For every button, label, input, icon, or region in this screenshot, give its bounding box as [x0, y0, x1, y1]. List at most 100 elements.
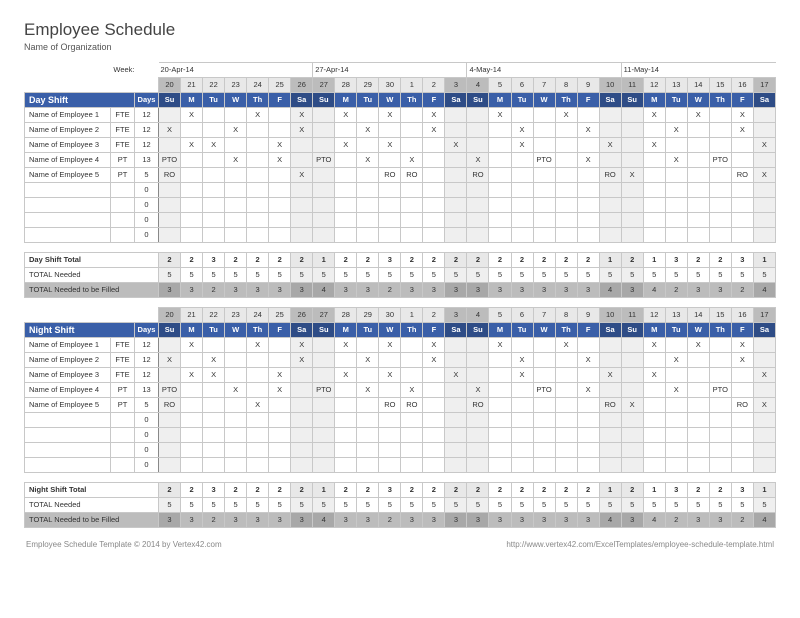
total-cell: 5	[621, 498, 643, 513]
shift-cell	[577, 398, 599, 413]
shift-cell	[335, 153, 357, 168]
daynum-cell: 6	[511, 78, 533, 93]
shift-cell: X	[291, 168, 313, 183]
total-cell: 5	[269, 498, 291, 513]
total-cell: 2	[379, 283, 401, 298]
shift-cell	[555, 383, 577, 398]
total-cell: 5	[401, 498, 423, 513]
dayname-cell: Tu	[203, 93, 225, 108]
shift-cell: RO	[467, 398, 489, 413]
total-cell: 2	[379, 513, 401, 528]
total-cell: 1	[313, 483, 335, 498]
dayname-cell: F	[577, 323, 599, 338]
total-cell: 5	[203, 498, 225, 513]
shift-cell	[445, 353, 467, 368]
dayname-cell: Th	[709, 323, 731, 338]
employee-days: 13	[135, 383, 159, 398]
shift-cell	[665, 368, 687, 383]
total-cell: 2	[357, 483, 379, 498]
shift-cell: X	[225, 383, 247, 398]
shift-cell: X	[379, 108, 401, 123]
total-cell: 3	[203, 253, 225, 268]
total-cell: 5	[247, 498, 269, 513]
shift-cell: X	[467, 383, 489, 398]
shift-cell	[577, 168, 599, 183]
daynum-cell: 25	[269, 78, 291, 93]
shift-cell: X	[577, 123, 599, 138]
shift-cell	[665, 138, 687, 153]
daynum-cell: 14	[687, 308, 709, 323]
total-cell: 5	[577, 268, 599, 283]
shift-cell: X	[203, 368, 225, 383]
total-cell: 2	[247, 253, 269, 268]
daynum-cell: 27	[313, 78, 335, 93]
shift-cell	[423, 168, 445, 183]
total-cell: 3	[665, 253, 687, 268]
dayname-cell: M	[489, 93, 511, 108]
shift-cell	[247, 123, 269, 138]
shift-cell	[313, 338, 335, 353]
shift-cell: X	[335, 108, 357, 123]
shift-cell: X	[687, 108, 709, 123]
shift-cell	[643, 168, 665, 183]
shift-cell	[687, 398, 709, 413]
shift-cell: X	[445, 138, 467, 153]
shift-cell	[401, 368, 423, 383]
daynum-cell: 22	[203, 78, 225, 93]
shift-cell: RO	[401, 398, 423, 413]
total-cell: 5	[225, 268, 247, 283]
shift-name: Day Shift	[25, 93, 135, 108]
shift-cell: X	[203, 353, 225, 368]
total-cell: 5	[709, 498, 731, 513]
week-start-0: 20-Apr-14	[159, 63, 313, 78]
employee-days: 12	[135, 368, 159, 383]
shift-cell: X	[621, 398, 643, 413]
daynum-cell: 1	[401, 78, 423, 93]
shift-cell: X	[181, 138, 203, 153]
shift-cell	[709, 368, 731, 383]
dayname-cell: W	[379, 323, 401, 338]
shift-cell	[599, 153, 621, 168]
shift-cell	[489, 123, 511, 138]
shift-cell	[753, 353, 775, 368]
daynum-cell: 25	[269, 308, 291, 323]
shift-cell	[533, 138, 555, 153]
employee-type: FTE	[111, 368, 135, 383]
total-label: TOTAL Needed to be Filled	[25, 513, 159, 528]
shift-cell	[335, 383, 357, 398]
dayname-cell: Sa	[291, 93, 313, 108]
total-cell: 2	[445, 483, 467, 498]
shift-cell: X	[665, 153, 687, 168]
daynum-cell: 11	[621, 78, 643, 93]
shift-cell: X	[401, 383, 423, 398]
total-cell: 5	[665, 268, 687, 283]
shift-cell: PTO	[533, 383, 555, 398]
shift-cell: X	[753, 368, 775, 383]
shift-cell: X	[621, 168, 643, 183]
total-cell: 3	[555, 283, 577, 298]
shift-cell	[709, 123, 731, 138]
shift-cell: X	[555, 108, 577, 123]
total-cell: 5	[335, 498, 357, 513]
shift-cell	[621, 383, 643, 398]
total-cell: 2	[533, 483, 555, 498]
total-cell: 2	[269, 253, 291, 268]
total-cell: 2	[203, 283, 225, 298]
total-cell: 1	[753, 253, 775, 268]
total-cell: 5	[357, 268, 379, 283]
total-cell: 4	[313, 513, 335, 528]
shift-cell	[533, 168, 555, 183]
total-cell: 2	[401, 483, 423, 498]
total-cell: 3	[577, 513, 599, 528]
shift-cell	[687, 138, 709, 153]
shift-cell	[247, 353, 269, 368]
shift-cell: X	[643, 338, 665, 353]
shift-cell: X	[335, 338, 357, 353]
shift-cell: PTO	[313, 383, 335, 398]
shift-cell: X	[379, 138, 401, 153]
dayname-cell: F	[731, 323, 753, 338]
shift-cell	[291, 398, 313, 413]
employee-name: Name of Employee 4	[25, 383, 111, 398]
shift-cell	[555, 153, 577, 168]
total-cell: 2	[203, 513, 225, 528]
